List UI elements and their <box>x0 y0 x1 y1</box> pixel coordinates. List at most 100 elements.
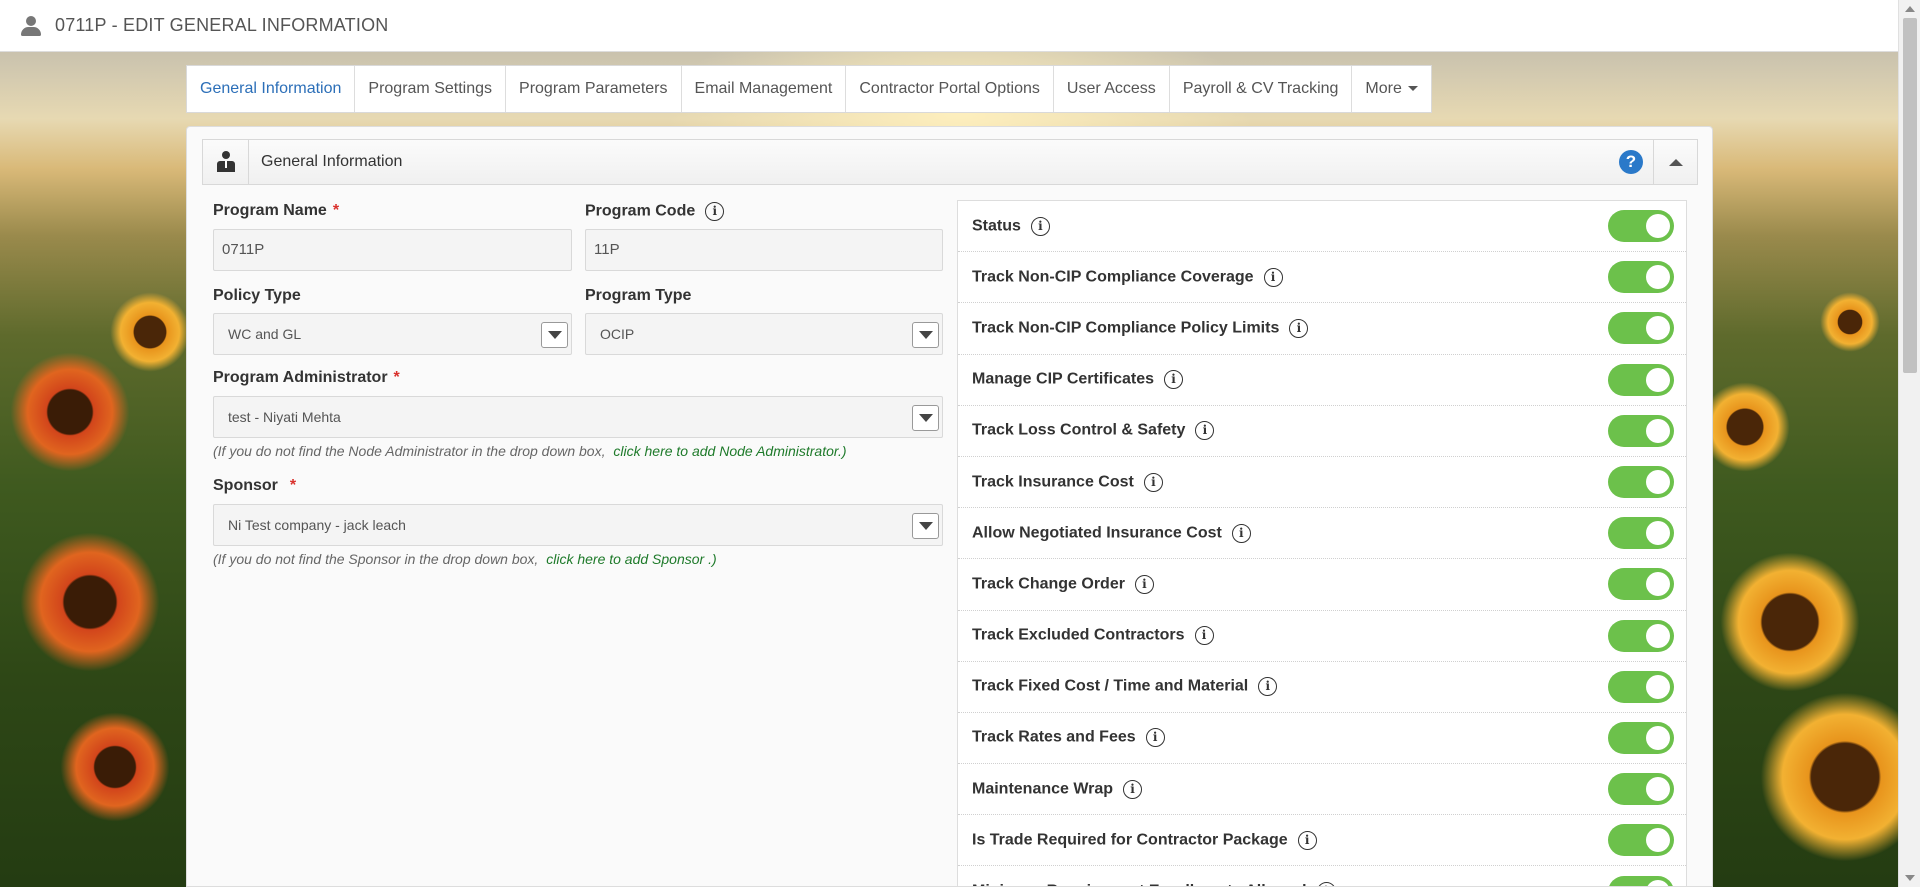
dropdown-arrow-icon[interactable] <box>912 513 939 539</box>
toggle-switch[interactable] <box>1608 466 1674 499</box>
required-marker: * <box>393 369 400 386</box>
scroll-up-arrow-icon[interactable] <box>1905 6 1915 12</box>
toggle-label: Track Loss Control & Safety i <box>972 421 1608 441</box>
page-scrollbar[interactable] <box>1898 0 1920 887</box>
tab-payroll-cv-tracking[interactable]: Payroll & CV Tracking <box>1170 66 1353 112</box>
toggle-switch[interactable] <box>1608 363 1674 396</box>
administrator-icon <box>216 151 236 173</box>
toggle-knob <box>1646 418 1670 443</box>
toggle-switch[interactable] <box>1608 773 1674 806</box>
info-icon[interactable]: i <box>705 202 725 221</box>
toggle-switch[interactable] <box>1608 517 1674 550</box>
program-type-select[interactable]: OCIP <box>585 313 943 355</box>
policy-type-label: Policy Type <box>213 287 301 304</box>
program-code-input[interactable]: 11P <box>585 229 943 271</box>
dropdown-arrow-icon[interactable] <box>912 322 939 348</box>
toggle-label: Track Non-CIP Compliance Policy Limits i <box>972 318 1608 338</box>
toggle-switch[interactable] <box>1608 619 1674 652</box>
tab-general-information[interactable]: General Information <box>187 66 356 112</box>
sunflower-decoration <box>110 292 190 372</box>
info-icon[interactable]: i <box>1030 216 1050 236</box>
info-icon[interactable]: i <box>1134 574 1154 594</box>
toggle-label-text: Track Non-CIP Compliance Coverage <box>972 268 1254 286</box>
toggle-switch[interactable] <box>1608 414 1674 447</box>
tab-email-management[interactable]: Email Management <box>682 66 847 112</box>
tab-bar: General Information Program Settings Pro… <box>186 65 1432 113</box>
scrollbar-thumb[interactable] <box>1903 18 1917 373</box>
toggle-label-text: Status <box>972 217 1021 235</box>
info-icon[interactable]: i <box>1164 370 1183 390</box>
tab-user-access[interactable]: User Access <box>1054 66 1170 112</box>
toggle-switch[interactable] <box>1608 210 1674 243</box>
toggle-row: Minimum Requirement Enrollments Allowed i <box>958 866 1686 886</box>
caret-down-icon <box>1407 86 1418 92</box>
info-icon[interactable]: i <box>1263 267 1283 287</box>
scroll-down-arrow-icon[interactable] <box>1905 875 1915 881</box>
sunflower-decoration <box>60 712 170 822</box>
toggle-label: Manage CIP Certificates i <box>972 370 1608 390</box>
policy-type-value: WC and GL <box>228 326 302 342</box>
toggle-knob <box>1646 623 1670 648</box>
program-administrator-select[interactable]: test - Niyati Mehta <box>213 396 943 438</box>
feature-toggle-list: Status i Track Non-CIP Compliance Coverage… <box>957 200 1687 887</box>
toggle-label-text: Track Excluded Contractors <box>972 626 1185 644</box>
toggle-label: Track Rates and Fees i <box>972 728 1608 748</box>
help-icon[interactable]: ? <box>1619 150 1643 174</box>
info-icon[interactable]: i <box>1258 677 1278 697</box>
policy-type-select[interactable]: WC and GL <box>213 313 572 355</box>
info-icon[interactable]: i <box>1195 421 1215 441</box>
toggle-switch[interactable] <box>1608 261 1674 294</box>
toggle-switch[interactable] <box>1608 670 1674 703</box>
sponsor-select[interactable]: Ni Test company - jack leach <box>213 504 943 546</box>
toggle-switch[interactable] <box>1608 824 1674 857</box>
toggle-row: Maintenance Wrap i <box>958 764 1686 816</box>
info-icon[interactable]: i <box>1316 882 1336 886</box>
toggle-knob <box>1646 879 1670 886</box>
info-icon[interactable]: i <box>1194 626 1214 646</box>
sunflower-decoration <box>1720 552 1860 692</box>
info-icon[interactable]: i <box>1289 318 1309 338</box>
sunflower-decoration <box>20 532 160 672</box>
toggle-label: Track Insurance Cost i <box>972 472 1608 492</box>
toggle-knob <box>1646 572 1670 597</box>
toggle-switch[interactable] <box>1608 312 1674 345</box>
tab-program-parameters[interactable]: Program Parameters <box>506 66 682 112</box>
toggle-switch[interactable] <box>1608 875 1674 886</box>
required-marker: * <box>332 202 340 219</box>
info-icon[interactable]: i <box>1123 779 1143 799</box>
chevron-up-icon <box>1668 158 1683 166</box>
toggle-row: Track Loss Control & Safety i <box>958 406 1686 457</box>
tab-more-dropdown[interactable]: More <box>1352 66 1430 112</box>
add-node-administrator-link[interactable]: click here to add Node Administrator.) <box>613 443 846 459</box>
toggle-switch[interactable] <box>1608 721 1674 754</box>
info-icon[interactable]: i <box>1143 472 1163 492</box>
toggle-knob <box>1646 214 1670 239</box>
tab-program-settings[interactable]: Program Settings <box>355 66 507 112</box>
toggle-row: Allow Negotiated Insurance Cost i <box>958 508 1686 560</box>
toggle-knob <box>1646 725 1670 750</box>
dropdown-arrow-icon[interactable] <box>541 322 568 348</box>
toggle-row: Track Change Order i <box>958 559 1686 611</box>
toggle-switch[interactable] <box>1608 568 1674 601</box>
info-icon[interactable]: i <box>1231 523 1251 543</box>
info-icon[interactable]: i <box>1145 728 1165 748</box>
toggle-row: Track Rates and Fees i <box>958 713 1686 765</box>
panel-header: General Information ? <box>202 139 1698 185</box>
toggle-label-text: Track Non-CIP Compliance Policy Limits <box>972 319 1280 337</box>
toggle-row: Track Non-CIP Compliance Policy Limits i <box>958 303 1686 355</box>
toggle-label-text: Track Fixed Cost / Time and Material <box>972 678 1249 696</box>
toggle-row: Track Excluded Contractors i <box>958 611 1686 662</box>
dropdown-arrow-icon[interactable] <box>912 405 939 431</box>
program-name-input[interactable]: 0711P <box>213 229 572 271</box>
panel-title: General Information <box>261 153 403 170</box>
tab-contractor-portal-options[interactable]: Contractor Portal Options <box>846 66 1054 112</box>
toggle-row: Track Insurance Cost i <box>958 457 1686 509</box>
program-code-label: Program Code i <box>585 202 725 221</box>
info-icon[interactable]: i <box>1297 830 1317 850</box>
toggle-label: Status i <box>972 216 1608 236</box>
toggle-label: Allow Negotiated Insurance Cost i <box>972 523 1608 543</box>
toggle-label-text: Track Rates and Fees <box>972 729 1136 747</box>
add-sponsor-link[interactable]: click here to add Sponsor .) <box>546 551 716 567</box>
collapse-panel-button[interactable] <box>1653 140 1697 184</box>
toggle-knob <box>1646 367 1670 392</box>
